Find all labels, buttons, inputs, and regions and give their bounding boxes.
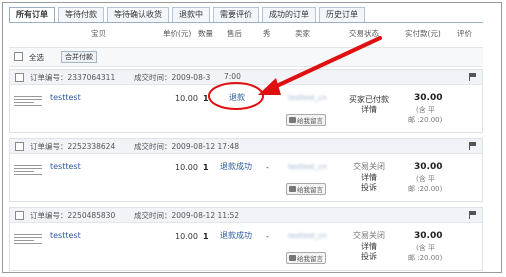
- item-price: 10.00: [175, 94, 198, 103]
- seller-name[interactable]: testtest_cn: [288, 94, 327, 102]
- orders-panel: 所有订单 等待付款 等待确认收货 退款中 需要评价 成功的订单 历史订单 宝贝 …: [2, 2, 502, 273]
- seller-name[interactable]: testtest_cn: [288, 163, 327, 171]
- flag-icon[interactable]: [469, 142, 476, 150]
- order-number: 订单编号：2252338624: [30, 142, 116, 151]
- complain-link[interactable]: 投诉: [344, 182, 394, 193]
- tab-awaiting-receipt[interactable]: 等待确认收货: [107, 7, 169, 22]
- order-card: 订单编号：2250485830 成交时间：2009-08-12 11:52 te…: [9, 207, 483, 271]
- order-checkbox[interactable]: [15, 211, 24, 220]
- order-header: 订单编号：2250485830 成交时间：2009-08-12 11:52: [10, 208, 482, 223]
- order-number: 订单编号：2337064311: [30, 73, 116, 82]
- order-card: 订单编号：2252338624 成交时间：2009-08-12 17:48 te…: [9, 138, 483, 202]
- tab-awaiting-payment[interactable]: 等待付款: [58, 7, 104, 22]
- select-all-checkbox[interactable]: [14, 52, 23, 61]
- order-checkbox[interactable]: [15, 73, 24, 82]
- order-header: 订单编号：2337064311 成交时间：2009-08-3 7:00: [10, 70, 482, 85]
- col-seller: 卖家: [295, 29, 310, 38]
- item-title-link[interactable]: testtest: [50, 93, 81, 102]
- flag-icon[interactable]: [469, 211, 476, 219]
- bulk-toolbar: 全选 合并付款: [9, 47, 483, 67]
- show-value: -: [266, 163, 269, 172]
- order-status: 交易关闭: [353, 162, 385, 171]
- item-thumbnail[interactable]: [14, 232, 42, 254]
- leave-message-button[interactable]: 给我留言: [286, 114, 326, 126]
- details-link[interactable]: 详情: [344, 104, 394, 115]
- tab-needs-review[interactable]: 需要评价: [213, 7, 259, 22]
- order-card: 订单编号：2337064311 成交时间：2009-08-3 7:00 test…: [9, 69, 483, 133]
- col-status: 交易状态: [349, 29, 379, 38]
- tab-refunding[interactable]: 退款中: [172, 7, 210, 22]
- leave-message-label: 给我留言: [297, 117, 323, 125]
- item-price: 10.00: [175, 232, 198, 241]
- item-thumbnail[interactable]: [14, 163, 42, 185]
- shipping-note-2: 邮 :20.00): [408, 254, 443, 262]
- shipping-note-2: 邮 :20.00): [408, 116, 443, 124]
- shipping-note-2: 邮 :20.00): [408, 185, 443, 193]
- order-header: 订单编号：2252338624 成交时间：2009-08-12 17:48: [10, 139, 482, 154]
- leave-message-button[interactable]: 给我留言: [286, 183, 326, 195]
- tab-divider: [9, 22, 483, 23]
- message-icon: [289, 117, 296, 123]
- item-thumbnail[interactable]: [14, 94, 42, 116]
- table-header: 宝贝 单价(元) 数量 售后 秀 卖家 交易状态 实付款(元) 评价: [9, 26, 483, 40]
- message-icon: [289, 186, 296, 192]
- leave-message-button[interactable]: 给我留言: [286, 252, 326, 264]
- col-after-sale: 售后: [227, 29, 242, 38]
- shipping-note-1: (含 平: [416, 175, 435, 183]
- tab-successful-orders[interactable]: 成功的订单: [262, 7, 316, 22]
- item-qty: 1: [203, 232, 209, 241]
- col-unit-price: 单价(元): [163, 29, 192, 38]
- col-paid: 实付款(元): [405, 29, 441, 38]
- seller-name[interactable]: testtest_cn: [288, 232, 327, 240]
- order-tabs: 所有订单 等待付款 等待确认收货 退款中 需要评价 成功的订单 历史订单: [9, 7, 368, 23]
- tab-all-orders[interactable]: 所有订单: [9, 7, 55, 23]
- refund-success-link[interactable]: 退款成功: [220, 230, 252, 241]
- item-price: 10.00: [175, 163, 198, 172]
- tab-history-orders[interactable]: 历史订单: [319, 7, 365, 22]
- col-show: 秀: [263, 29, 271, 38]
- order-time: 成交时间：2009-08-3: [134, 73, 211, 82]
- merge-pay-button[interactable]: 合并付款: [61, 51, 97, 63]
- refund-link[interactable]: 退款: [229, 92, 245, 103]
- item-qty: 1: [203, 94, 209, 103]
- col-item: 宝贝: [91, 29, 106, 38]
- order-time-rest: 7:00: [224, 72, 241, 81]
- order-time: 成交时间：2009-08-12 11:52: [134, 211, 240, 220]
- item-title-link[interactable]: testtest: [50, 162, 81, 171]
- order-number: 订单编号：2250485830: [30, 211, 116, 220]
- order-time: 成交时间：2009-08-12 17:48: [134, 142, 240, 151]
- order-status: 交易关闭: [353, 231, 385, 240]
- select-all-label: 全选: [29, 53, 44, 62]
- col-review: 评价: [457, 29, 472, 38]
- order-checkbox[interactable]: [15, 142, 24, 151]
- item-title-link[interactable]: testtest: [50, 231, 81, 240]
- order-total: 30.00: [414, 162, 443, 172]
- complain-link[interactable]: 投诉: [344, 251, 394, 262]
- leave-message-label: 给我留言: [297, 186, 323, 194]
- order-total: 30.00: [414, 231, 443, 241]
- show-value: -: [266, 232, 269, 241]
- shipping-note-1: (含 平: [416, 244, 435, 252]
- col-qty: 数量: [198, 29, 213, 38]
- shipping-note-1: (含 平: [416, 106, 435, 114]
- leave-message-label: 给我留言: [297, 255, 323, 263]
- order-total: 30.00: [414, 93, 443, 103]
- item-qty: 1: [203, 163, 209, 172]
- refund-success-link[interactable]: 退款成功: [220, 161, 252, 172]
- message-icon: [289, 255, 296, 261]
- flag-icon[interactable]: [469, 73, 476, 81]
